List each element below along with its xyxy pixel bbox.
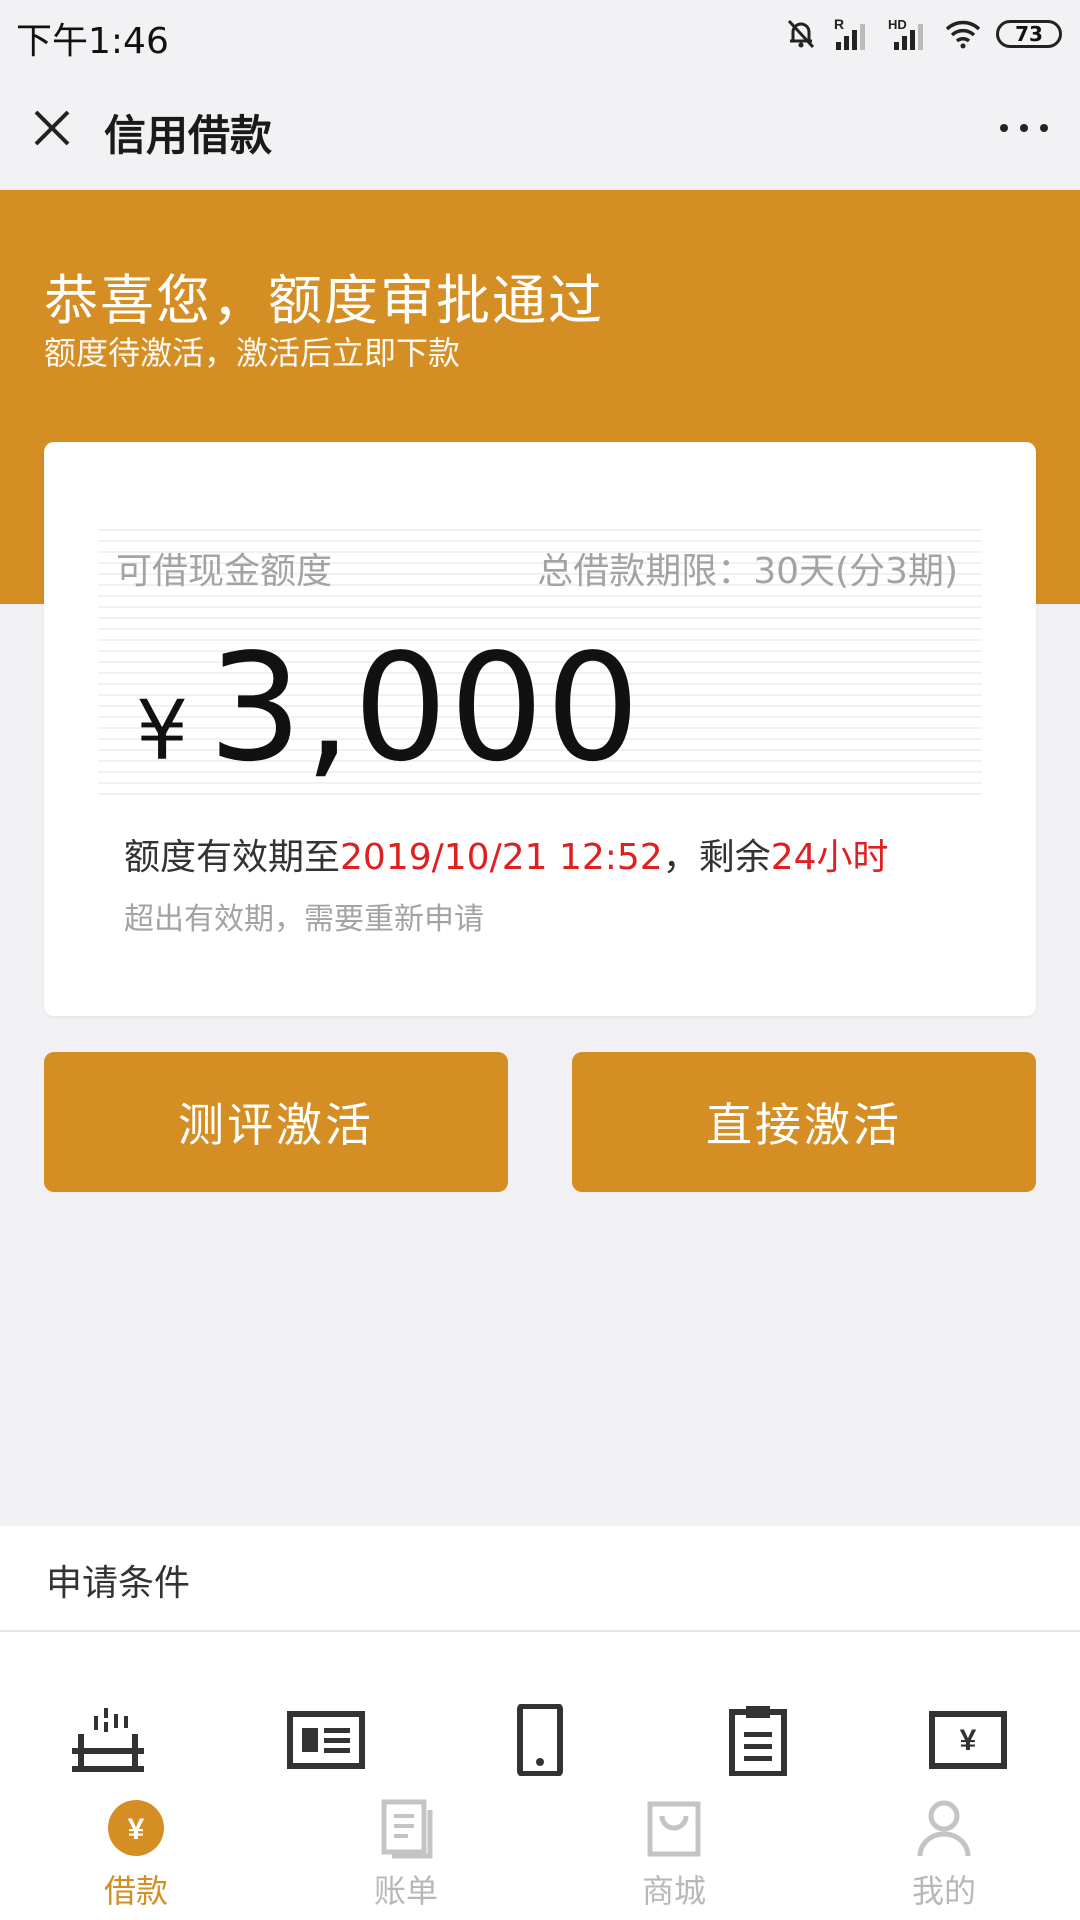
approval-subtitle: 额度待激活，激活后立即下款 — [44, 334, 461, 372]
bank-card-icon: ¥ — [929, 1711, 1007, 1769]
status-time: 下午1:46 — [16, 21, 169, 62]
credit-amount: 3,000 — [208, 622, 642, 794]
evaluate-activate-button[interactable]: 测评激活 — [44, 1052, 508, 1192]
expiry-note: 超出有效期，需要重新申请 — [124, 902, 484, 937]
credit-label: 可借现金额度 — [116, 551, 333, 592]
tab-label: 账单 — [373, 1872, 438, 1910]
mute-icon — [787, 19, 815, 49]
more-icon[interactable] — [996, 106, 1052, 150]
tab-label: 商城 — [641, 1872, 706, 1910]
currency-symbol: ¥ — [136, 684, 189, 779]
tab-label: 借款 — [103, 1872, 168, 1910]
validity-text: 额度有效期至2019/10/21 12:52，剩余24小时 — [124, 828, 889, 880]
credit-card-panel: 可借现金额度 总借款期限：30天(分3期) ¥ 3,000 额度有效期至2019… — [44, 442, 1036, 1016]
loan-icon: ¥ — [108, 1800, 164, 1856]
signal-r-icon: R — [834, 16, 865, 50]
page-title: 信用借款 — [104, 111, 273, 160]
svg-text:¥: ¥ — [128, 1813, 145, 1846]
svg-text:¥: ¥ — [960, 1724, 977, 1757]
apply-conditions-label: 申请条件 — [46, 1563, 191, 1604]
validity-remaining: 24小时 — [770, 837, 889, 878]
apply-conditions-header[interactable]: 申请条件 — [0, 1526, 1080, 1632]
svg-text:HD: HD — [888, 17, 907, 32]
clipboard-icon — [729, 1706, 787, 1776]
tab-shop[interactable]: 商城 — [594, 1796, 754, 1916]
wifi-icon — [945, 20, 981, 49]
shop-icon — [647, 1801, 701, 1857]
close-icon[interactable] — [28, 104, 76, 152]
nav-bar: 信用借款 — [0, 68, 1080, 190]
apply-conditions-icons: ¥ — [0, 1632, 1080, 1782]
tab-loan[interactable]: ¥ 借款 — [56, 1796, 216, 1916]
building-icon — [72, 1708, 144, 1772]
status-icons: R HD 73 — [784, 14, 1062, 54]
tab-label: 我的 — [911, 1872, 976, 1910]
svg-text:R: R — [834, 16, 844, 32]
id-card-icon — [287, 1711, 365, 1769]
signal-hd-icon: HD — [888, 17, 923, 50]
battery-icon: 73 — [996, 20, 1062, 48]
direct-activate-button[interactable]: 直接激活 — [572, 1052, 1036, 1192]
profile-icon — [917, 1800, 971, 1857]
validity-date: 2019/10/21 12:52 — [340, 837, 663, 878]
approval-title: 恭喜您，额度审批通过 — [44, 269, 604, 332]
bill-icon — [381, 1799, 433, 1859]
status-bar: 下午1:46 R HD 73 — [0, 0, 1080, 68]
credit-amount-row: ¥ 3,000 — [136, 622, 642, 794]
loan-term-label: 总借款期限：30天(分3期) — [537, 551, 958, 592]
validity-prefix: 额度有效期至 — [124, 837, 341, 878]
tab-bill[interactable]: 账单 — [326, 1796, 486, 1916]
phone-icon — [517, 1704, 563, 1776]
validity-mid: ，剩余 — [662, 837, 771, 878]
bottom-tab-bar: ¥ 借款 账单 商城 我的 — [0, 1782, 1080, 1920]
tab-profile[interactable]: 我的 — [864, 1796, 1024, 1916]
